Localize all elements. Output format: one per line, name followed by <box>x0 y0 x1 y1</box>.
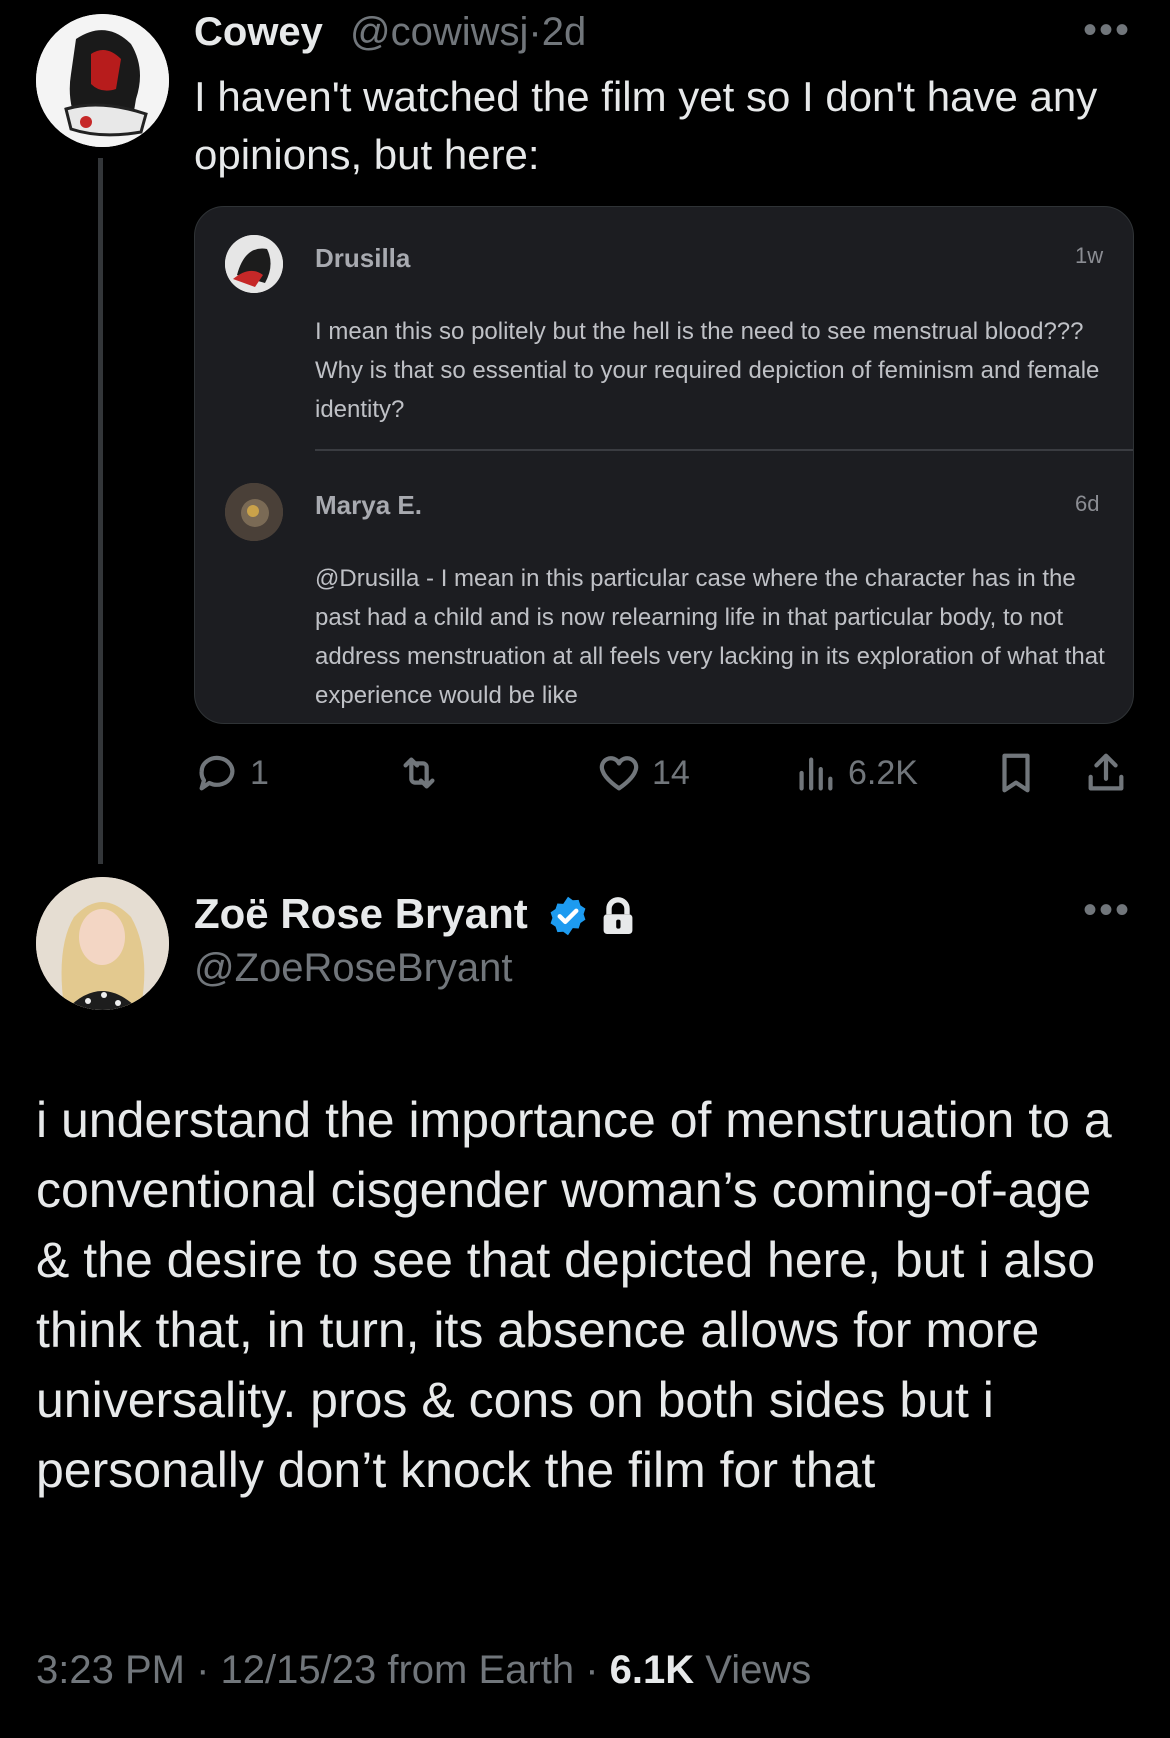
reply-count: 1 <box>250 753 269 792</box>
like-count: 14 <box>652 753 690 792</box>
tweet-text: I haven't watched the film yet so I don'… <box>194 73 1098 178</box>
thread-connector-line <box>98 158 103 864</box>
views-count[interactable]: 6.1K <box>610 1648 695 1692</box>
cowey-avatar[interactable] <box>36 14 169 147</box>
reply-button[interactable]: 1 <box>194 748 269 798</box>
comment-text: @Drusilla - I mean in this particular ca… <box>315 565 1105 709</box>
timestamp[interactable]: 2d <box>542 10 587 54</box>
views-button[interactable]: 6.2K <box>792 748 918 798</box>
retweet-button[interactable] <box>396 748 452 798</box>
comment-divider <box>315 449 1133 451</box>
author-name[interactable]: Zoë Rose Bryant <box>194 890 528 938</box>
retweet-icon <box>403 757 435 789</box>
like-button[interactable]: 14 <box>596 748 690 798</box>
reply-icon <box>199 755 235 791</box>
handle[interactable]: @cowiwsj <box>350 10 528 54</box>
more-icon[interactable]: ••• <box>1083 888 1131 933</box>
more-icon[interactable]: ••• <box>1083 8 1131 53</box>
marya-avatar <box>225 483 283 541</box>
lock-icon <box>603 897 633 934</box>
tweet-time[interactable]: 3:23 PM <box>36 1648 185 1692</box>
comment-text: I mean this so politely but the hell is … <box>315 318 1100 423</box>
share-icon <box>1088 753 1124 791</box>
drusilla-avatar <box>225 235 283 293</box>
separator: · <box>585 1648 599 1692</box>
bookmark-icon <box>1002 753 1030 793</box>
tweet-text: i understand the importance of menstruat… <box>36 1092 1112 1498</box>
views-label: Views <box>705 1648 812 1692</box>
views-count: 6.2K <box>848 753 918 792</box>
comment-time: 1w <box>1075 243 1104 268</box>
comment-author: Drusilla <box>315 243 411 273</box>
separator: · <box>196 1648 210 1692</box>
comment-author: Marya E. <box>315 490 422 520</box>
views-icon <box>799 757 833 791</box>
zoe-avatar[interactable] <box>36 877 169 1010</box>
embedded-image[interactable]: Drusilla 1w I mean this so politely but … <box>194 206 1134 724</box>
like-icon <box>599 756 639 791</box>
comment-time: 6d <box>1075 491 1100 516</box>
tweet-footer: 3:23 PM · 12/15/23 from Earth · 6.1K Vie… <box>36 1648 811 1693</box>
handle-and-time: @cowiwsj·2d <box>350 10 586 55</box>
tweet-date-source: 12/15/23 from Earth <box>220 1648 575 1692</box>
separator: · <box>528 10 542 54</box>
author-name[interactable]: Cowey <box>194 10 323 55</box>
share-button[interactable] <box>1083 748 1129 798</box>
handle[interactable]: @ZoeRoseBryant <box>194 946 513 991</box>
verified-badge-icon[interactable] <box>546 894 590 938</box>
bookmark-button[interactable] <box>993 748 1039 798</box>
